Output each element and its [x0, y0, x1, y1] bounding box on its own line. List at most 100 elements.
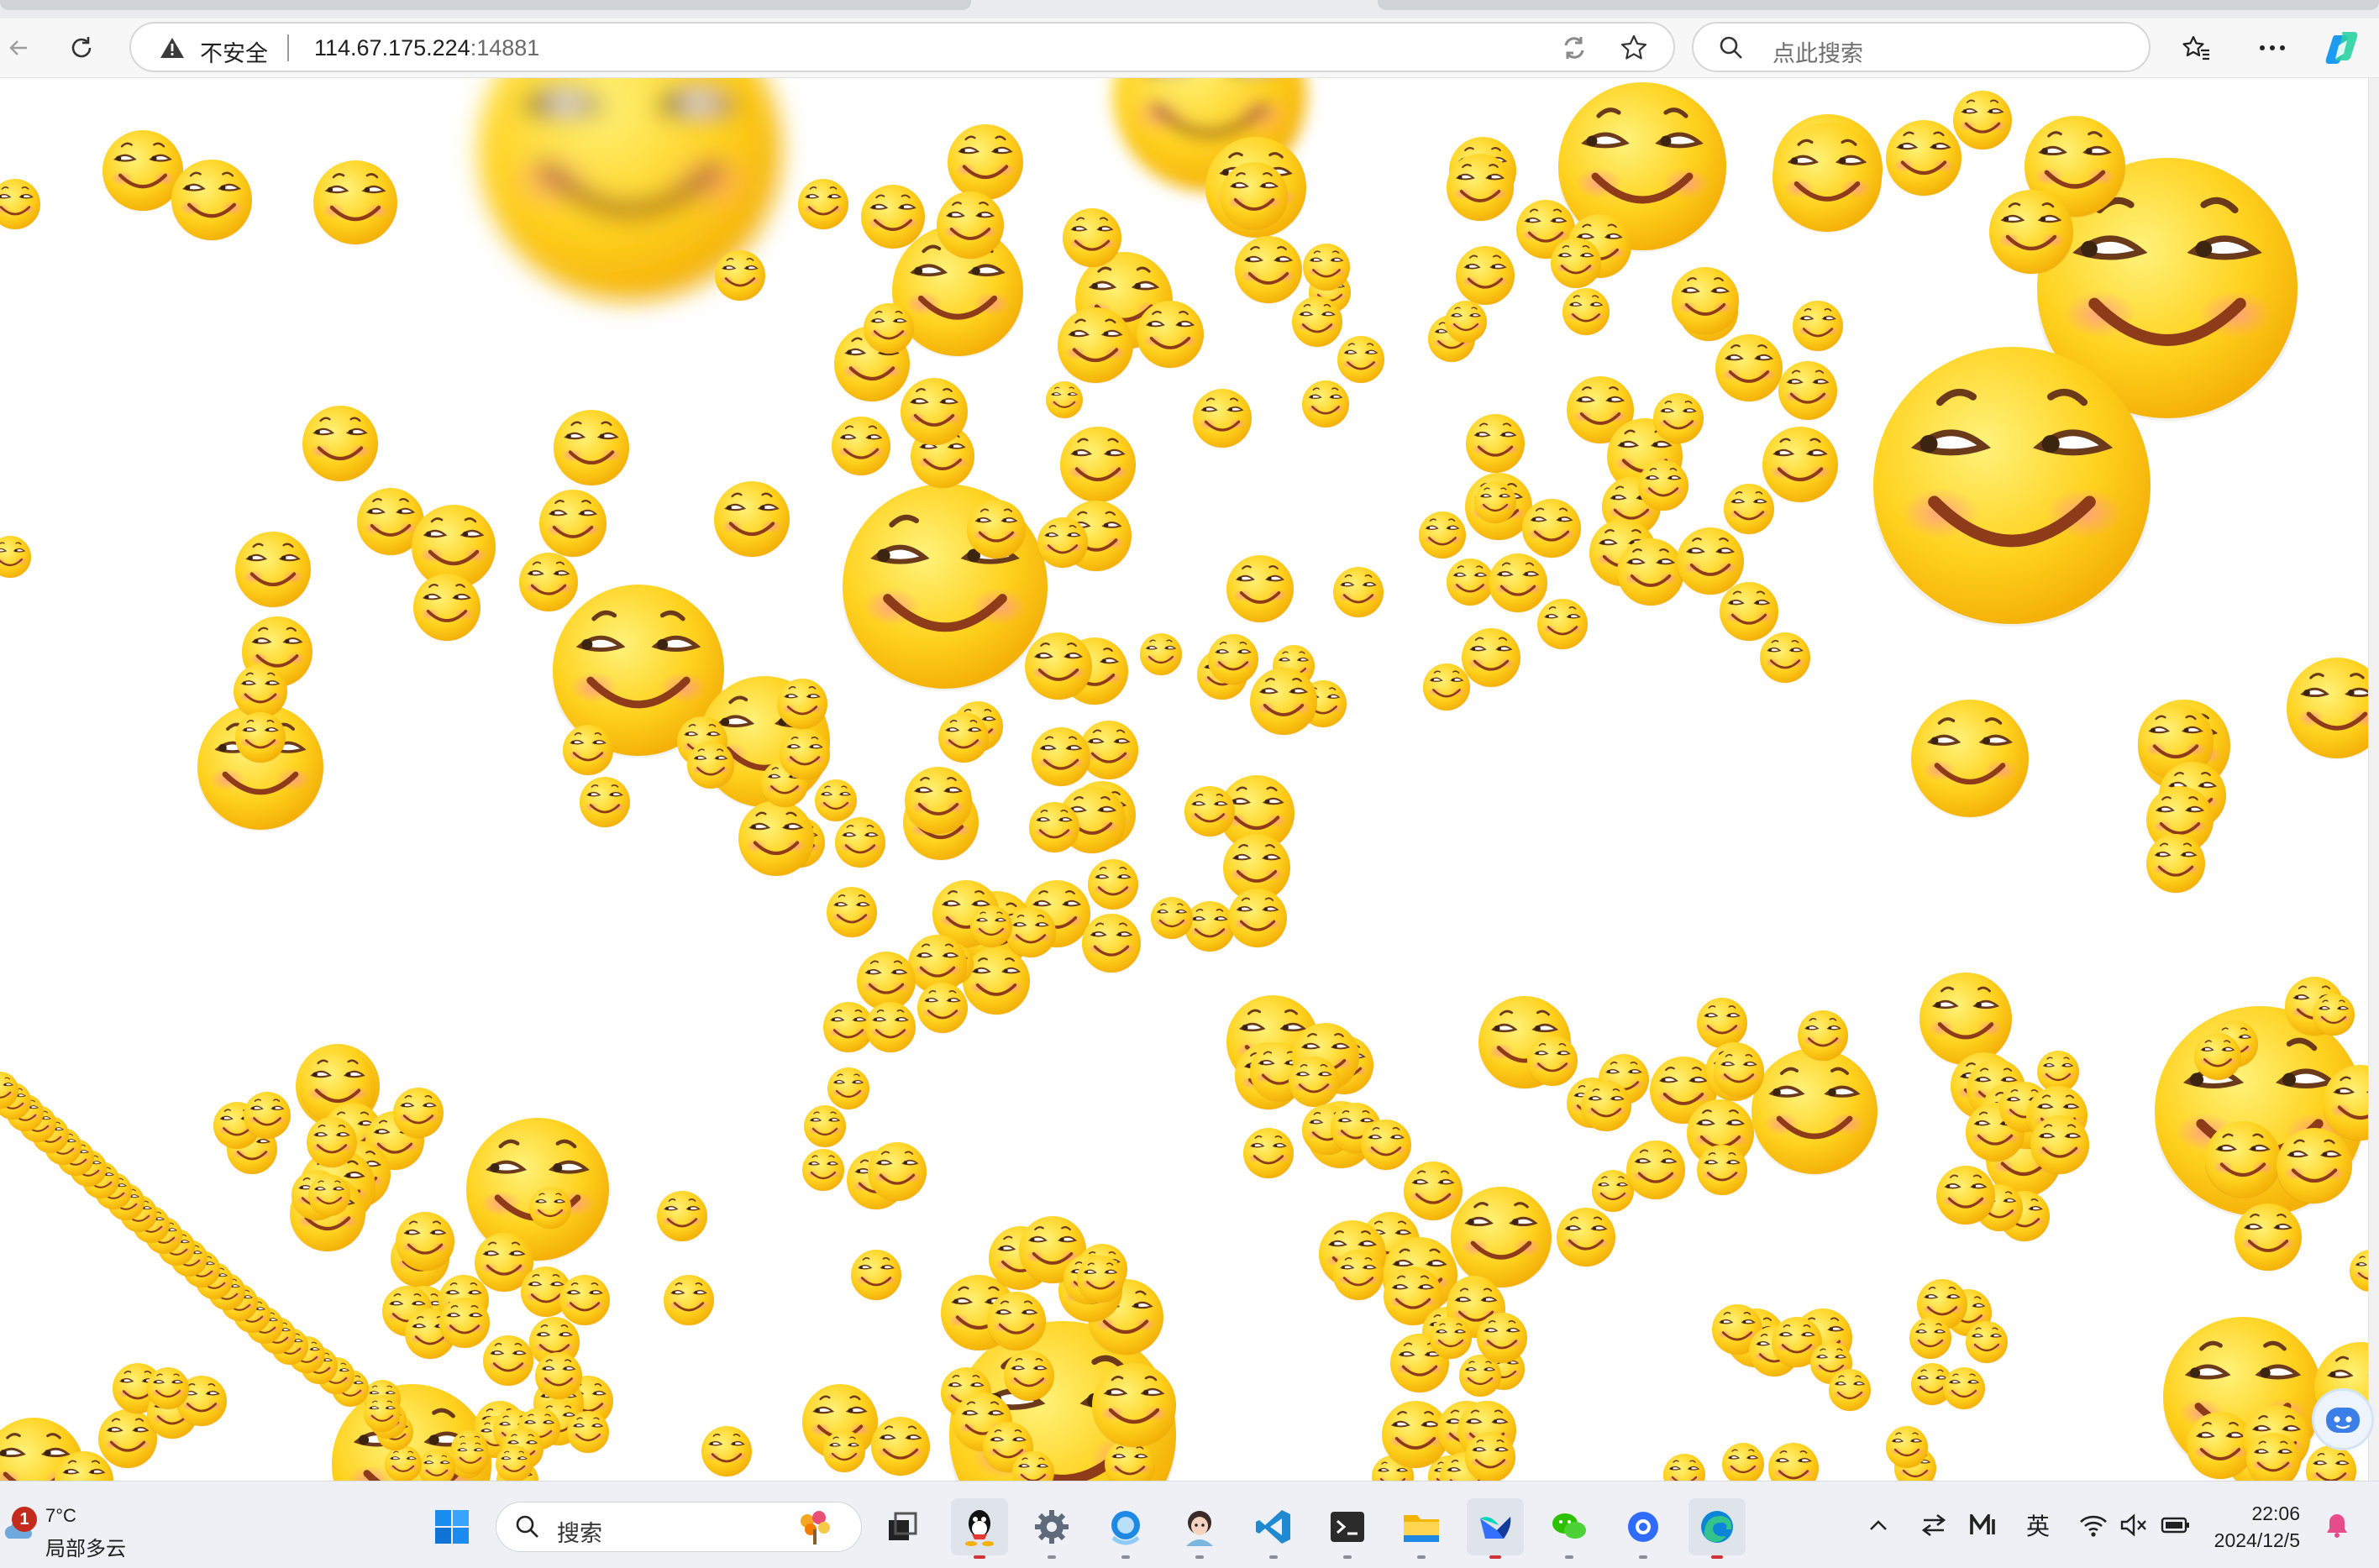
- refresh-icon: [71, 37, 92, 58]
- smiley-emoji: [822, 1429, 867, 1474]
- smiley-emoji: [412, 572, 482, 643]
- smiley-emoji: [1767, 1441, 1820, 1481]
- weather-alert-badge: 1: [12, 1507, 37, 1532]
- smiley-emoji: [1777, 359, 1839, 422]
- taskbar-app-edge[interactable]: [1688, 1498, 1746, 1559]
- smiley-emoji: [242, 1090, 292, 1141]
- smiley-emoji: [0, 177, 42, 231]
- tray-app-transfer[interactable]: [1915, 1507, 1952, 1544]
- smiley-emoji: [1075, 1254, 1126, 1304]
- favorite-star-icon[interactable]: [1620, 34, 1648, 62]
- warning-icon[interactable]: [160, 36, 185, 60]
- running-indicator: [1195, 1555, 1204, 1559]
- taskbar-search[interactable]: 搜索: [496, 1502, 862, 1552]
- feishu-icon: [1480, 1517, 1511, 1539]
- smiley-emoji: [1248, 666, 1319, 737]
- running-indicator: [1417, 1555, 1426, 1559]
- favorites-button[interactable]: [2177, 29, 2216, 67]
- transfer-arrows-icon: [1921, 1513, 1946, 1537]
- taskbar-app-browser[interactable]: [1615, 1498, 1672, 1559]
- smiley-emoji: [1919, 973, 2012, 1066]
- tab-inactive[interactable]: [1378, 0, 2379, 10]
- smiley-emoji: [0, 534, 33, 579]
- smiley-emoji: [965, 498, 1027, 561]
- floating-assistant-button[interactable]: [2312, 1388, 2374, 1450]
- start-button[interactable]: [423, 1498, 481, 1555]
- battery-status[interactable]: [2157, 1507, 2194, 1544]
- search-icon: [1720, 36, 1742, 59]
- smiley-emoji: [305, 1115, 359, 1169]
- smiley-emoji: [1300, 379, 1351, 429]
- read-aloud-icon[interactable]: [1559, 34, 1589, 62]
- page-scrollbar[interactable]: [2368, 78, 2379, 1481]
- taskbar-app-terminal[interactable]: [1319, 1498, 1376, 1559]
- smiley-emoji: [1964, 1319, 2009, 1365]
- smiley-emoji: [1138, 632, 1184, 677]
- smiley-emoji: [1226, 887, 1289, 950]
- copilot-button[interactable]: [2324, 29, 2362, 67]
- smiley-emoji: [1445, 152, 1515, 223]
- smiley-emoji: [1183, 784, 1237, 838]
- tray-app-m[interactable]: [1966, 1507, 2003, 1544]
- smiley-emoji: [561, 723, 615, 777]
- terminal-icon: [1331, 1512, 1364, 1542]
- back-button[interactable]: [0, 29, 39, 67]
- volume-status[interactable]: [2117, 1507, 2151, 1544]
- smiley-emoji: [1451, 1187, 1552, 1288]
- smiley-emoji: [528, 1185, 573, 1230]
- show-hidden-icons-button[interactable]: [1862, 1507, 1895, 1544]
- smiley-emoji: [1086, 857, 1140, 911]
- taskbar-app-vscode[interactable]: [1245, 1498, 1302, 1559]
- page-content: [0, 78, 2379, 1481]
- smiley-emoji: [1454, 244, 1516, 307]
- smiley-emoji: [1762, 427, 1838, 503]
- smiley-emoji: [1287, 1055, 1341, 1109]
- smiley-emoji: [234, 711, 287, 764]
- m-logo-icon: [1970, 1514, 1995, 1534]
- refresh-button[interactable]: [62, 29, 101, 67]
- taskbar-app-file-explorer[interactable]: [1393, 1498, 1450, 1559]
- smiley-emoji: [1023, 631, 1094, 702]
- smiley-emoji: [391, 1086, 445, 1140]
- smiley-emoji: [1242, 1126, 1295, 1180]
- smiley-emoji: [1675, 526, 1746, 597]
- smiley-emoji: [554, 410, 629, 486]
- clock-time: 22:06: [2251, 1502, 2300, 1524]
- taskbar-app-chat[interactable]: [1097, 1498, 1154, 1559]
- tab-inactive[interactable]: [0, 0, 971, 10]
- smiley-emoji: [685, 740, 736, 790]
- smiley-emoji: [1712, 1045, 1766, 1099]
- smiley-emoji: [1796, 1009, 1850, 1062]
- more-menu-button[interactable]: [2253, 29, 2292, 67]
- smiley-emoji: [578, 775, 632, 829]
- smiley-emoji: [307, 1172, 352, 1218]
- url-text[interactable]: 114.67.175.224:14881: [314, 35, 539, 61]
- address-bar[interactable]: 不安全 114.67.175.224:14881: [129, 22, 1675, 72]
- input-language-indicator[interactable]: 英: [2019, 1507, 2056, 1544]
- running-indicator: [974, 1555, 985, 1559]
- taskbar-app-avatar[interactable]: [1171, 1498, 1228, 1559]
- notification-button[interactable]: [2319, 1507, 2355, 1544]
- security-label[interactable]: 不安全: [200, 35, 268, 68]
- task-view-button[interactable]: [874, 1498, 931, 1555]
- smiley-emoji: [778, 727, 832, 781]
- smiley-emoji: [1336, 334, 1386, 385]
- system-clock[interactable]: 22:06 2024/12/5: [2199, 1500, 2300, 1554]
- smiley-emoji: [1421, 662, 1472, 712]
- smiley-emoji: [145, 1366, 191, 1411]
- weather-widget[interactable]: 1 7°C 局部多云: [0, 1490, 168, 1560]
- smiley-emoji: [1615, 537, 1686, 608]
- taskbar-app-feishu[interactable]: [1467, 1498, 1524, 1559]
- settings-icon: [1035, 1510, 1069, 1544]
- address-divider: [287, 34, 289, 61]
- taskbar-app-wechat[interactable]: [1541, 1498, 1598, 1559]
- search-icon: [516, 1515, 538, 1538]
- toolbar-search-box[interactable]: 点此搜索: [1692, 22, 2151, 72]
- smiley-emoji: [714, 481, 790, 558]
- wifi-status[interactable]: [2075, 1507, 2112, 1544]
- smiley-emoji: [1191, 387, 1253, 450]
- taskbar-app-qq[interactable]: [951, 1498, 1008, 1559]
- taskbar-app-settings[interactable]: [1023, 1498, 1080, 1559]
- weather-condition: 局部多云: [45, 1538, 126, 1560]
- smiley-emoji: [1751, 1048, 1877, 1176]
